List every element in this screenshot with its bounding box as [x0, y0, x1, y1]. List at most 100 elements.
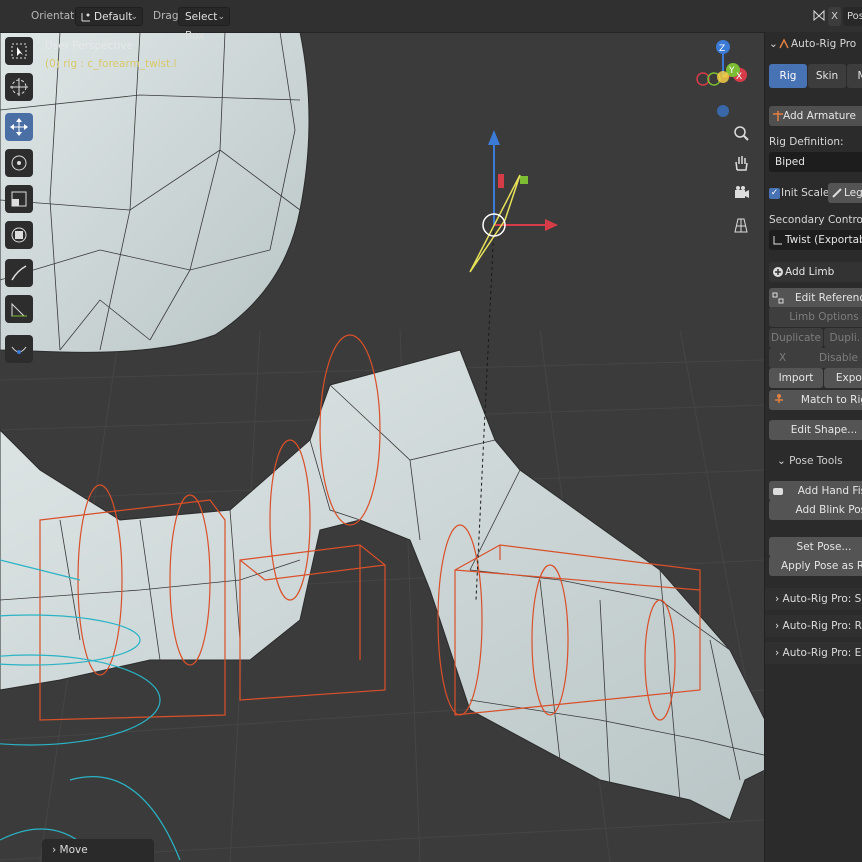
pose-tool-icon	[11, 346, 27, 354]
3d-viewport[interactable]: User Perspective (0) rig : c_forearm_twi…	[0, 0, 764, 862]
chevron-down-icon[interactable]: ⌄	[769, 38, 778, 50]
tab-rig[interactable]: Rig	[769, 64, 807, 88]
chevron-right-icon: ›	[52, 844, 60, 856]
operator-label: Move	[59, 844, 88, 856]
chevron-right-icon: ›	[775, 620, 783, 632]
chevron-down-icon: ⌄	[130, 12, 138, 22]
gizmo-x-label: X	[736, 72, 742, 82]
navigation-gizmo[interactable]: Z Y X	[690, 35, 760, 125]
init-scale-checkbox[interactable]: ✓	[769, 188, 780, 199]
smart-section-label: Auto-Rig Pro: Smart	[782, 593, 862, 605]
bone-icon	[832, 188, 842, 198]
sidebar-panel: ⌄ Auto-Rig Pro Rig Skin M Add Armature R…	[764, 32, 862, 862]
select-box-icon	[11, 43, 27, 59]
tab-more[interactable]: M	[847, 64, 862, 88]
viewport-scene[interactable]	[0, 0, 764, 862]
move-tool[interactable]	[5, 113, 33, 141]
set-pose-button[interactable]: Set Pose...	[769, 537, 862, 557]
auto-rig-pro-icon	[779, 38, 789, 49]
edit-shape-button[interactable]: Edit Shape...	[769, 420, 862, 440]
secondary-controllers-value: Twist (Exportable, bes	[785, 234, 862, 246]
fist-icon	[773, 488, 783, 495]
add-icon	[773, 267, 783, 277]
chevron-down-icon: ⌄	[217, 12, 225, 22]
zoom-icon	[734, 126, 749, 141]
cursor-icon	[10, 78, 28, 96]
edit-reference-bones-button[interactable]: Edit Reference Bone	[769, 288, 862, 308]
twist-icon	[773, 236, 782, 245]
secondary-controllers-field[interactable]: Twist (Exportable, bes	[769, 230, 862, 250]
add-blink-pose-button[interactable]: Add Blink Pose	[769, 500, 862, 520]
rig-definition-label: Rig Definition:	[769, 136, 844, 148]
perspective-label: User Perspective	[45, 40, 134, 52]
selection-info: (0) rig : c_forearm_twist.l	[45, 58, 177, 70]
mirror-x-button[interactable]: X	[828, 7, 841, 26]
match-to-rig-button[interactable]: Match to Rig	[769, 390, 862, 410]
scale-tool[interactable]	[5, 185, 33, 213]
butterfly-icon[interactable]	[812, 8, 826, 24]
init-scale-label: Init Scale	[781, 187, 830, 199]
cursor-tool[interactable]	[5, 73, 33, 101]
panel-title: Auto-Rig Pro	[791, 38, 857, 50]
add-armature-button[interactable]: Add Armature	[769, 106, 862, 126]
pose-tool[interactable]	[5, 335, 33, 363]
chevron-right-icon: ›	[775, 647, 783, 659]
add-limb-label: Add Limb	[785, 266, 835, 278]
annotate-tool[interactable]	[5, 259, 33, 287]
move-icon	[10, 118, 28, 136]
pose-tools-header[interactable]: ⌄ Pose Tools	[777, 455, 843, 467]
select-box-tool[interactable]	[5, 37, 33, 65]
chevron-down-icon: ⌄	[777, 455, 790, 467]
head-mesh	[0, 31, 310, 353]
import-button[interactable]: Import	[769, 368, 823, 388]
edit-reference-bones-label: Edit Reference Bone	[795, 292, 862, 304]
duplicate-button[interactable]: Duplicate	[769, 328, 823, 348]
x-label: X	[779, 352, 787, 364]
export-section-header[interactable]: › Auto-Rig Pro: Export	[765, 642, 862, 664]
drag-dropdown[interactable]: Select Box ⌄	[178, 7, 230, 42]
ortho-toggle-button[interactable]	[729, 213, 753, 237]
scale-icon	[11, 191, 27, 207]
smart-section-header[interactable]: › Auto-Rig Pro: Smart	[765, 588, 862, 610]
duplicate-mirror-button[interactable]: Dupli. M	[824, 328, 862, 348]
rotate-tool[interactable]	[5, 149, 33, 177]
match-to-rig-label: Match to Rig	[800, 394, 862, 406]
orientation-dropdown[interactable]: Default ⌄	[75, 7, 143, 26]
orientation-icon	[81, 13, 90, 22]
rotate-icon	[11, 155, 27, 171]
measure-icon	[11, 302, 27, 317]
legacy-label: Lega	[844, 187, 862, 199]
camera-button[interactable]	[729, 181, 753, 205]
remap-section-header[interactable]: › Auto-Rig Pro: Remap	[765, 615, 862, 637]
disable-label: Disable	[819, 352, 858, 364]
zoom-button[interactable]	[729, 121, 753, 145]
pose-tools-label: Pose Tools	[789, 455, 843, 467]
rig-definition-field[interactable]: Biped	[769, 152, 862, 172]
legacy-button[interactable]: Lega	[828, 183, 862, 203]
apply-pose-rest-button[interactable]: Apply Pose as Rest Pos	[769, 556, 862, 576]
chevron-right-icon: ›	[775, 593, 783, 605]
move-gizmo	[469, 130, 558, 273]
add-hand-fist-label: Add Hand Fist	[797, 485, 862, 497]
export-button[interactable]: Expor	[824, 368, 862, 388]
add-hand-fist-button[interactable]: Add Hand Fist	[769, 481, 862, 501]
remap-section-label: Auto-Rig Pro: Remap	[782, 620, 862, 632]
bones-icon	[772, 292, 784, 304]
pose-mode-dropdown[interactable]: Pose	[843, 7, 862, 26]
gizmo-z-label: Z	[719, 44, 725, 54]
disable-button[interactable]: X Disable	[769, 348, 862, 368]
match-rig-icon	[775, 394, 783, 403]
measure-tool[interactable]	[5, 295, 33, 323]
armature-icon	[773, 111, 783, 121]
limb-options-button[interactable]: Limb Options	[769, 307, 862, 327]
tab-skin[interactable]: Skin	[808, 64, 846, 88]
transform-icon	[11, 227, 27, 243]
transform-tool[interactable]	[5, 221, 33, 249]
orientation-value: Default	[94, 11, 133, 23]
last-operator-panel[interactable]: › Move	[42, 839, 154, 862]
annotate-icon	[11, 265, 27, 281]
camera-icon	[735, 186, 749, 198]
pan-button[interactable]	[729, 151, 753, 175]
add-limb-button[interactable]: Add Limb	[769, 262, 862, 282]
arm-mesh	[0, 349, 764, 821]
